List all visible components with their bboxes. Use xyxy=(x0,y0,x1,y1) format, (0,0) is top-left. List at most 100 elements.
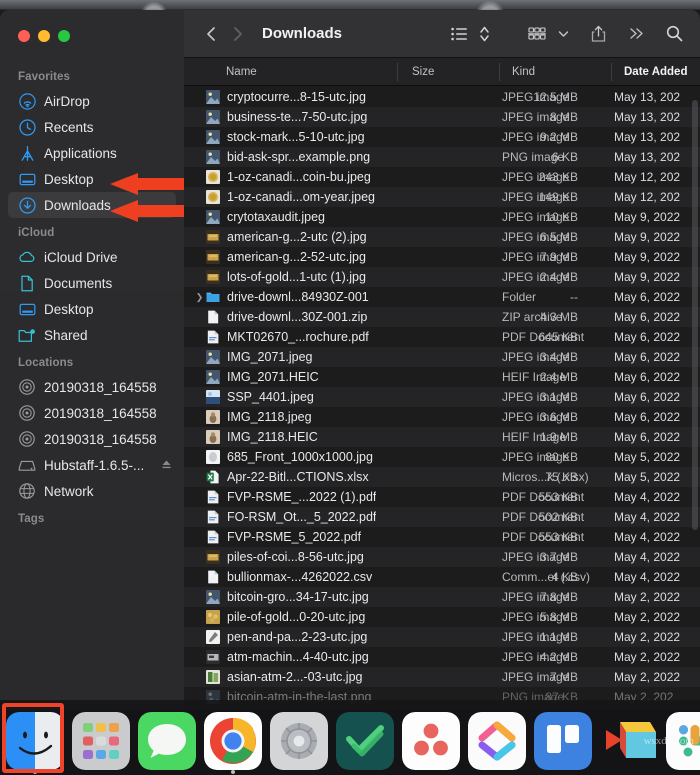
dock-item-clickup[interactable] xyxy=(466,708,528,770)
column-header-date-added[interactable]: Date Added xyxy=(624,58,687,86)
file-name-cell[interactable]: 1-oz-canadi...om-year.jpeg xyxy=(196,187,375,207)
list-view-icon[interactable] xyxy=(448,21,471,47)
sidebar-item-downloads[interactable]: Downloads xyxy=(8,192,176,218)
sidebar-item-airdrop[interactable]: AirDrop xyxy=(8,88,176,114)
file-name-cell[interactable]: asian-atm-2...-03-utc.jpg xyxy=(196,667,362,687)
sidebar-item-20190318-164558[interactable]: 20190318_164558 xyxy=(8,426,176,452)
table-row[interactable]: american-g...2-52-utc.jpg 7.9 MB JPEG imag… xyxy=(184,247,700,267)
dock-item-google-chrome[interactable] xyxy=(202,708,264,774)
table-row[interactable]: american-g...2-utc (2).jpg 6.5 MB JPEG ima… xyxy=(184,227,700,247)
maximize-button[interactable] xyxy=(58,30,70,42)
table-row[interactable]: cryptocurre...8-15-utc.jpg 12.5 MB JPEG im… xyxy=(184,87,700,107)
file-name-cell[interactable]: crytotaxaudit.jpeg xyxy=(196,207,325,227)
file-name-cell[interactable]: lots-of-gold...1-utc (1).jpg xyxy=(196,267,366,287)
sidebar-scroll-area[interactable]: Favorites AirDrop Recents Applications Deskt… xyxy=(0,62,184,710)
file-name-cell[interactable]: pen-and-pa...2-23-utc.jpg xyxy=(196,627,367,647)
table-row[interactable]: piles-of-coi...8-56-utc.jpg 3.7 MB JPEG im… xyxy=(184,547,700,567)
table-row[interactable]: lots-of-gold...1-utc (1).jpg 2.4 MB JPEG i… xyxy=(184,267,700,287)
table-row[interactable]: 1-oz-canadi...coin-bu.jpeg 243 KB JPEG ima… xyxy=(184,167,700,187)
table-row[interactable]: 1-oz-canadi...om-year.jpeg 149 KB JPEG ima… xyxy=(184,187,700,207)
table-row[interactable]: IMG_2071.jpeg 3.4 MB JPEG image May 6, 2022 xyxy=(184,347,700,367)
back-button[interactable] xyxy=(198,21,224,47)
table-row[interactable]: bullionmax-...4262022.csv 4 KB Comm...et (… xyxy=(184,567,700,587)
table-row[interactable]: FO-RSM_Ot..._5_2022.pdf 502 KB PDF Documen… xyxy=(184,507,700,527)
column-divider[interactable] xyxy=(397,63,398,81)
table-row[interactable]: FVP-RSME_...2022 (1).pdf 553 KB PDF Docume… xyxy=(184,487,700,507)
more-chevrons-icon[interactable] xyxy=(625,21,647,47)
dock-item-system-preferences[interactable] xyxy=(268,708,330,770)
sidebar-item-shared[interactable]: Shared xyxy=(8,322,176,348)
sidebar-item-20190318-164558[interactable]: 20190318_164558 xyxy=(8,400,176,426)
chevron-down-icon[interactable] xyxy=(555,21,572,47)
minimize-button[interactable] xyxy=(38,30,50,42)
dock-item-messages[interactable] xyxy=(136,708,198,770)
column-divider[interactable] xyxy=(611,63,612,81)
file-name-cell[interactable]: FVP-RSME_5_2022.pdf xyxy=(196,527,361,547)
file-name-cell[interactable]: drive-downl...30Z-001.zip xyxy=(196,307,367,327)
file-name-cell[interactable]: pile-of-gold...0-20-utc.jpg xyxy=(196,607,365,627)
dock-item-launchpad[interactable] xyxy=(70,708,132,770)
disclosure-triangle-icon[interactable]: ❯ xyxy=(194,292,205,303)
table-row[interactable]: pen-and-pa...2-23-utc.jpg 1.1 MB JPEG imag… xyxy=(184,627,700,647)
column-header-size[interactable]: Size xyxy=(412,58,434,86)
file-list[interactable]: cryptocurre...8-15-utc.jpg 12.5 MB JPEG im… xyxy=(184,87,700,710)
file-name-cell[interactable]: FVP-RSME_...2022 (1).pdf xyxy=(196,487,376,507)
table-row[interactable]: drive-downl...30Z-001.zip 4.3 MB ZIP archi… xyxy=(184,307,700,327)
table-row[interactable]: 685_Front_1000x1000.jpg 80 KB JPEG image Ma… xyxy=(184,447,700,467)
sidebar-item-documents[interactable]: Documents xyxy=(8,270,176,296)
column-header-name[interactable]: Name xyxy=(226,58,257,86)
sidebar-item-network[interactable]: Network xyxy=(8,478,176,504)
file-name-cell[interactable]: bitcoin-gro...34-17-utc.jpg xyxy=(196,587,369,607)
table-row[interactable]: FVP-RSME_5_2022.pdf 553 KB PDF Document May… xyxy=(184,527,700,547)
table-row[interactable]: asian-atm-2...-03-utc.jpg 7 MB JPEG image M… xyxy=(184,667,700,687)
dock-item-asana[interactable] xyxy=(400,708,462,770)
file-name-cell[interactable]: IMG_2071.HEIC xyxy=(196,367,319,387)
dock-item-finder[interactable] xyxy=(4,708,66,774)
sidebar-item-applications[interactable]: Applications xyxy=(8,140,176,166)
sort-updown-icon[interactable] xyxy=(476,21,493,47)
file-name-cell[interactable]: atm-machin...4-40-utc.jpg xyxy=(196,647,369,667)
table-row[interactable]: IMG_2118.HEIC 1.9 MB HEIF Image May 6, 2022 xyxy=(184,427,700,447)
table-row[interactable]: business-te...7-50-utc.jpg 8 MB JPEG image… xyxy=(184,107,700,127)
file-name-cell[interactable]: 685_Front_1000x1000.jpg xyxy=(196,447,373,467)
table-row[interactable]: IMG_2071.HEIC 2.4 MB HEIF Image May 6, 2022 xyxy=(184,367,700,387)
table-row[interactable]: SSP_4401.jpeg 3.1 MB JPEG image May 6, 2022 xyxy=(184,387,700,407)
file-name-cell[interactable]: IMG_2118.jpeg xyxy=(196,407,312,427)
table-row[interactable]: stock-mark...5-10-utc.jpg 9.2 MB JPEG imag… xyxy=(184,127,700,147)
close-button[interactable] xyxy=(18,30,30,42)
file-name-cell[interactable]: bullionmax-...4262022.csv xyxy=(196,567,372,587)
file-name-cell[interactable]: business-te...7-50-utc.jpg xyxy=(196,107,367,127)
search-icon[interactable] xyxy=(663,21,686,47)
table-row[interactable]: ❯ drive-downl...84930Z-001 -- Folder May 6, … xyxy=(184,287,700,307)
file-name-cell[interactable]: Apr-22-Bitl...CTIONS.xlsx xyxy=(196,467,369,487)
file-name-cell[interactable]: FO-RSM_Ot..._5_2022.pdf xyxy=(196,507,376,527)
table-row[interactable]: bitcoin-gro...34-17-utc.jpg 7.8 MB JPEG im… xyxy=(184,587,700,607)
file-name-cell[interactable]: IMG_2118.HEIC xyxy=(196,427,318,447)
file-name-cell[interactable]: MKT02670_...rochure.pdf xyxy=(196,327,369,347)
dock-item-wrike[interactable] xyxy=(334,708,396,770)
file-name-cell[interactable]: piles-of-coi...8-56-utc.jpg xyxy=(196,547,364,567)
sidebar-item-icloud-drive[interactable]: iCloud Drive xyxy=(8,244,176,270)
sidebar-item-hubstaff-1-6-5[interactable]: Hubstaff-1.6.5-... xyxy=(8,452,176,478)
sidebar-item-20190318-164558[interactable]: 20190318_164558 xyxy=(8,374,176,400)
dock-item-trello[interactable] xyxy=(532,708,594,770)
file-name-cell[interactable]: ❯ drive-downl...84930Z-001 xyxy=(196,287,369,307)
group-by-icon[interactable] xyxy=(525,21,549,47)
sidebar-item-recents[interactable]: Recents xyxy=(8,114,176,140)
file-name-cell[interactable]: bid-ask-spr...example.png xyxy=(196,147,370,167)
table-row[interactable]: bid-ask-spr...example.png 6 KB PNG image Ma… xyxy=(184,147,700,167)
file-name-cell[interactable]: SSP_4401.jpeg xyxy=(196,387,314,407)
file-name-cell[interactable]: american-g...2-utc (2).jpg xyxy=(196,227,367,247)
table-row[interactable]: atm-machin...4-40-utc.jpg 4.2 MB JPEG imag… xyxy=(184,647,700,667)
file-name-cell[interactable]: american-g...2-52-utc.jpg xyxy=(196,247,366,267)
file-name-cell[interactable]: stock-mark...5-10-utc.jpg xyxy=(196,127,365,147)
table-row[interactable]: crytotaxaudit.jpeg 10 KB JPEG image May 9, … xyxy=(184,207,700,227)
column-header-kind[interactable]: Kind xyxy=(512,58,535,86)
eject-icon[interactable] xyxy=(161,458,172,473)
file-name-cell[interactable]: 1-oz-canadi...coin-bu.jpeg xyxy=(196,167,371,187)
table-row[interactable]: IMG_2118.jpeg 3.6 MB JPEG image May 6, 2022 xyxy=(184,407,700,427)
vertical-scrollbar[interactable] xyxy=(692,100,698,530)
forward-button[interactable] xyxy=(224,21,250,47)
table-row[interactable]: pile-of-gold...0-20-utc.jpg 5.8 MB JPEG im… xyxy=(184,607,700,627)
share-icon[interactable] xyxy=(588,21,609,47)
